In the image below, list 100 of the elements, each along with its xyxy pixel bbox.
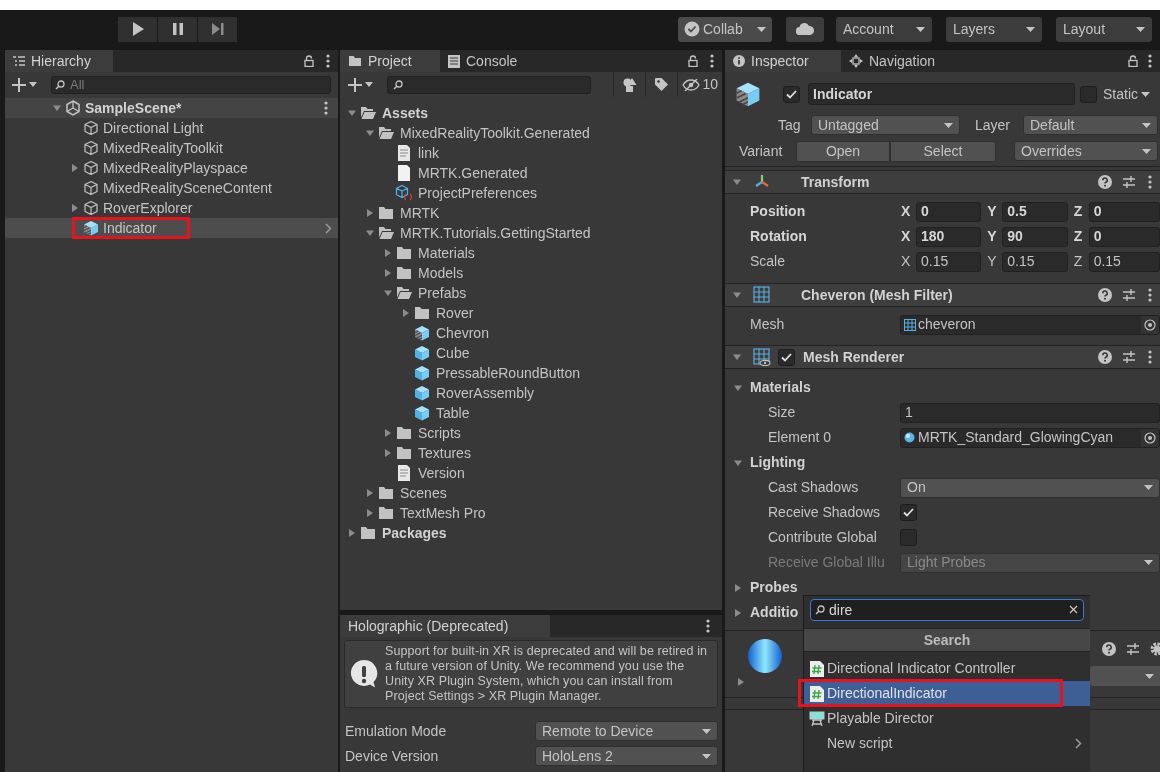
tree-item[interactable]: link	[418, 142, 439, 164]
folder-icon	[396, 426, 412, 440]
cube-icon	[83, 120, 99, 136]
checkbox[interactable]	[778, 348, 795, 366]
hierarchy-item[interactable]: MixedRealityToolkit	[5, 138, 338, 158]
menu-item[interactable]: New script	[804, 731, 1090, 756]
add-dropdown[interactable]	[12, 75, 37, 94]
tree-item[interactable]: Models	[418, 262, 464, 284]
search-field[interactable]: dire	[810, 599, 1084, 621]
sliders-icon	[1126, 642, 1140, 656]
caret-right-icon	[402, 309, 410, 317]
caret-right-icon	[737, 678, 745, 686]
variant-button[interactable]: Select	[890, 140, 996, 162]
tree-item[interactable]: Chevron	[436, 322, 489, 344]
step-button[interactable]	[198, 16, 237, 42]
dropdown[interactable]: HoloLens 2	[535, 746, 718, 766]
number-field[interactable]: 90	[1002, 226, 1068, 247]
dropdown[interactable]: On	[900, 477, 1160, 498]
section-title[interactable]: Probes	[750, 577, 798, 598]
hierarchy-item[interactable]: Directional Light	[5, 118, 338, 138]
cloud-button[interactable]	[786, 16, 824, 42]
tree-item[interactable]: Version	[418, 462, 465, 484]
object-field[interactable]: MRTK_Standard_GlowingCyan	[900, 427, 1160, 448]
checkmark-icon	[781, 352, 792, 362]
number-field[interactable]: 0.15	[1002, 251, 1068, 272]
tab[interactable]: Project	[340, 50, 440, 72]
menu-item[interactable]: Directional Indicator Controller	[804, 656, 1090, 681]
checkbox[interactable]	[1080, 85, 1097, 103]
tree-item[interactable]: ProjectPreferences	[418, 182, 538, 204]
tree-item[interactable]: TextMesh Pro	[400, 502, 486, 524]
tree-item[interactable]: Textures	[418, 442, 471, 464]
menu-button[interactable]: Layout	[1056, 16, 1152, 42]
component-title: Mesh Renderer	[803, 347, 905, 367]
number-field[interactable]: 0	[1088, 226, 1160, 247]
number-field[interactable]: 0	[1088, 201, 1160, 222]
tree-item[interactable]: MRTK	[400, 202, 440, 224]
field-label: Size	[768, 403, 797, 422]
input-field[interactable]: 1	[900, 402, 1160, 423]
hierarchy-item[interactable]: RoverExplorer	[5, 198, 338, 218]
add-dropdown[interactable]	[348, 75, 373, 94]
dropdown[interactable]: Untagged	[811, 115, 960, 135]
tree-item[interactable]: MRTK.Tutorials.GettingStarted	[400, 222, 591, 244]
checkbox[interactable]	[900, 529, 917, 546]
number-field[interactable]: 0.15	[916, 251, 982, 272]
caret-down-icon	[733, 291, 741, 299]
pause-button[interactable]	[158, 16, 197, 42]
caret-down-icon	[916, 26, 925, 32]
tree-item[interactable]: Packages	[382, 522, 447, 544]
check-circle-icon	[684, 21, 700, 37]
collab-button[interactable]: Collab	[678, 16, 772, 42]
tree-item[interactable]: MRTK.Generated	[418, 162, 528, 184]
caret-down-icon	[757, 26, 766, 32]
tree-item[interactable]: Cube	[436, 342, 470, 364]
search-field[interactable]: All	[51, 75, 331, 94]
tab[interactable]: Holographic (Deprecated)	[340, 615, 550, 637]
play-button[interactable]	[118, 16, 157, 42]
info-icon	[733, 55, 745, 67]
scene-row[interactable]: SampleScene*	[5, 98, 338, 118]
number-field[interactable]: 0.15	[1088, 251, 1160, 272]
number-field[interactable]: 0.5	[1002, 201, 1068, 222]
name-field[interactable]: Indicator	[808, 83, 1075, 105]
hidden-packages-button[interactable]: 10	[677, 72, 722, 97]
section-title[interactable]: Materials	[750, 377, 811, 398]
tree-item[interactable]: Prefabs	[418, 282, 467, 304]
tree-item[interactable]: MixedRealityToolkit.Generated	[400, 122, 590, 144]
tree-item[interactable]: Table	[436, 402, 470, 424]
menu-button[interactable]: Layers	[946, 16, 1042, 42]
variant-button[interactable]: Open	[796, 140, 890, 162]
section-title[interactable]: Lighting	[750, 452, 806, 473]
step-icon	[211, 23, 224, 35]
tree-item[interactable]: Scenes	[400, 482, 447, 504]
number-field[interactable]: 0	[916, 201, 982, 222]
number-field[interactable]: 180	[916, 226, 982, 247]
sliders-icon	[1122, 350, 1136, 364]
dropdown[interactable]: Overrides	[1014, 141, 1158, 161]
dropdown[interactable]: Default	[1023, 115, 1158, 135]
tree-item[interactable]: Rover	[436, 302, 474, 324]
checkbox[interactable]	[783, 85, 800, 103]
checkbox[interactable]	[900, 504, 917, 521]
hierarchy-item[interactable]: MixedRealitySceneContent	[5, 178, 338, 198]
tree-item[interactable]: RoverAssembly	[436, 382, 535, 404]
dropdown[interactable]: Remote to Device	[535, 721, 718, 741]
hierarchy-item[interactable]: MixedRealityPlayspace	[5, 158, 338, 178]
menu-button[interactable]: Account	[836, 16, 932, 42]
field-label: Emulation Mode	[345, 721, 448, 741]
tree-item[interactable]: PressableRoundButton	[436, 362, 580, 384]
section-title[interactable]: Additio	[750, 602, 799, 623]
hierarchy-item[interactable]: Indicator	[5, 218, 338, 238]
object-field[interactable]: cheveron	[900, 314, 1160, 335]
tree-item[interactable]: Materials	[418, 242, 475, 264]
tree-item[interactable]: Scripts	[418, 422, 461, 444]
caret-down-icon	[1144, 560, 1153, 565]
menu-item[interactable]: Playable Director	[804, 706, 1090, 731]
static-dropdown[interactable]: Static	[1103, 83, 1150, 105]
tree-item[interactable]: Assets	[382, 102, 428, 124]
tab[interactable]: Inspector	[725, 50, 841, 72]
search-field[interactable]	[387, 75, 591, 94]
caret-right-icon	[384, 269, 392, 277]
tab[interactable]: Hierarchy	[5, 50, 113, 72]
folder-icon	[348, 55, 362, 67]
